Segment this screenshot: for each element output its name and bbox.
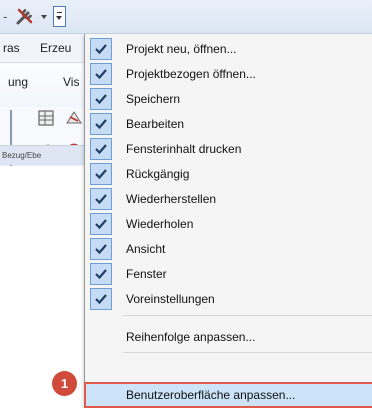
menu-item-label: Wiederholen <box>126 217 194 231</box>
menu-item-fenster[interactable]: Fenster <box>85 262 372 287</box>
menu-item-reihenfolge-anpassen[interactable]: Reihenfolge anpassen... <box>85 325 372 350</box>
workspace-area <box>0 166 84 408</box>
menu-item-bearbeiten[interactable]: Bearbeiten <box>85 112 372 137</box>
menu-separator <box>123 352 372 353</box>
menu-item-label: Projektbezogen öffnen... <box>126 67 256 81</box>
menu-item-ansicht[interactable]: Ansicht <box>85 237 372 262</box>
checkmark-icon <box>90 288 112 310</box>
checkmark-icon <box>90 163 112 185</box>
layer-icon[interactable] <box>36 108 56 128</box>
menu-item-label: Bearbeiten <box>126 117 185 131</box>
ribbon-group-label: Bezug/Ebe <box>0 145 84 165</box>
menu-item-fensterinhalt-drucken[interactable]: Fensterinhalt drucken <box>85 137 372 162</box>
checkmark-icon <box>90 263 112 285</box>
dash-icon: - <box>3 9 8 24</box>
checkmark-icon <box>90 138 112 160</box>
menu-separator <box>123 315 372 316</box>
menu-item-wiederholen[interactable]: Wiederholen <box>85 212 372 237</box>
step-number-badge: 1 <box>52 371 77 396</box>
checkmark-icon <box>90 63 112 85</box>
menubar-item-erzeugen[interactable]: Erzeu <box>40 41 71 55</box>
menu-item-speichern[interactable]: Speichern <box>85 87 372 112</box>
callout-highlight-box <box>84 382 372 408</box>
menu-item-label: Wiederherstellen <box>126 192 217 206</box>
tools-dropdown-arrow-icon[interactable] <box>41 15 47 19</box>
menu-item-label: Reihenfolge anpassen... <box>126 330 256 344</box>
menu-item-wiederherstellen[interactable]: Wiederherstellen <box>85 187 372 212</box>
menu-item-label: Projekt neu, öffnen... <box>126 42 237 56</box>
customize-dropdown-icon[interactable] <box>53 6 66 27</box>
checkmark-icon <box>90 238 112 260</box>
reference-icon[interactable] <box>64 108 84 128</box>
quick-access-toolbar: - <box>0 0 372 34</box>
checkmark-icon <box>90 113 112 135</box>
customize-toolbar-menu: Projekt neu, öffnen... Projektbezogen öf… <box>84 34 372 408</box>
menu-item-label: Fensterinhalt drucken <box>126 142 242 156</box>
menu-item-label: Voreinstellungen <box>126 292 215 306</box>
menu-item-projekt-neu[interactable]: Projekt neu, öffnen... <box>85 37 372 62</box>
checkmark-icon <box>90 38 112 60</box>
menu-item-projektbezogen-oeffnen[interactable]: Projektbezogen öffnen... <box>85 62 372 87</box>
menu-item-label: Speichern <box>126 92 181 106</box>
menu-item-rueckgaengig[interactable]: Rückgängig <box>85 162 372 187</box>
ribbon-tab-partial-1[interactable]: ung <box>8 75 28 89</box>
tools-icon[interactable] <box>14 5 36 27</box>
checkmark-icon <box>90 88 112 110</box>
checkmark-icon <box>90 213 112 235</box>
checkmark-icon <box>90 188 112 210</box>
menu-item-label: Ansicht <box>126 242 166 256</box>
menu-item-voreinstellungen[interactable]: Voreinstellungen <box>85 287 372 312</box>
menu-bar: ras Erzeu <box>0 34 84 62</box>
ribbon-tab-ansicht[interactable]: Vis <box>63 75 79 89</box>
menu-item-label: Fenster <box>126 267 167 281</box>
menu-item-label: Rückgängig <box>126 167 190 181</box>
menubar-item-extras[interactable]: ras <box>3 41 20 55</box>
